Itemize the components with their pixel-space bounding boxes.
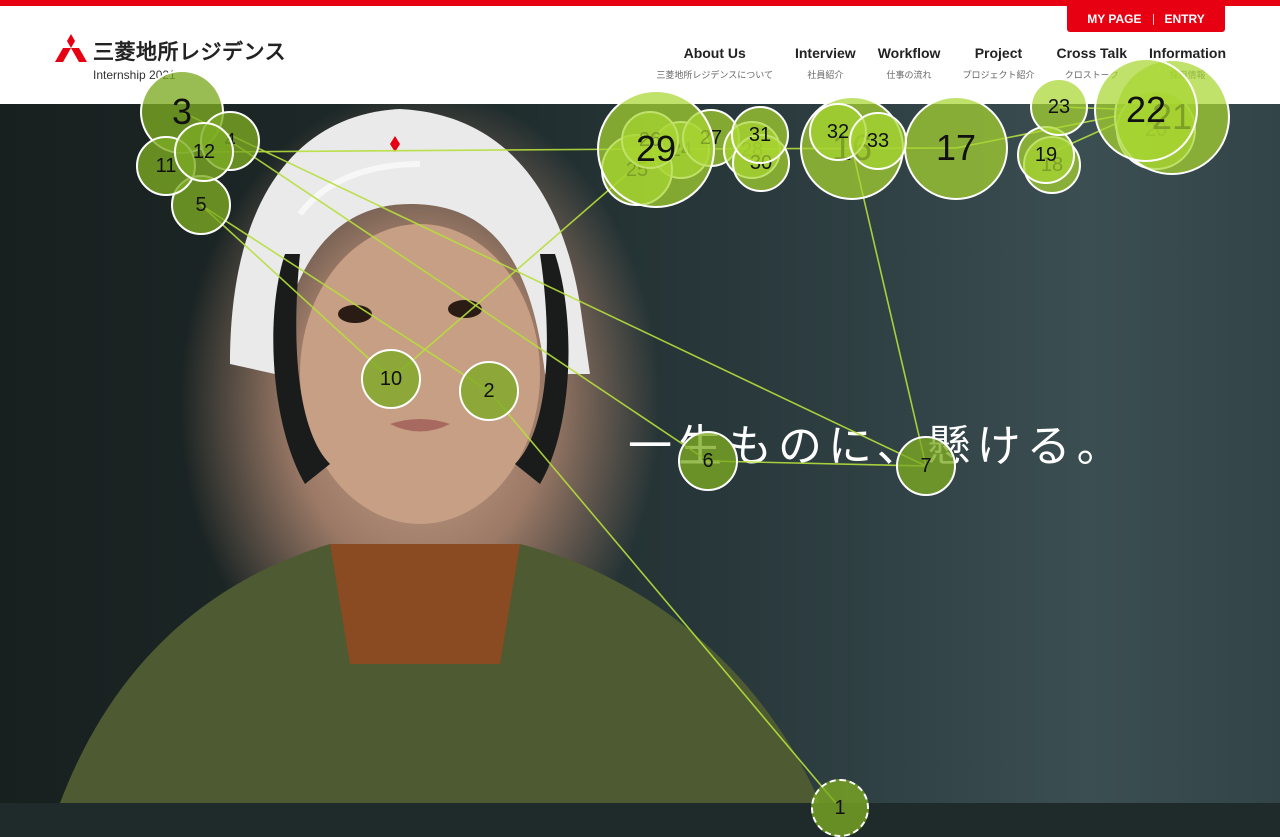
nav-sublabel: クロストーク — [1064, 71, 1119, 81]
mypage-link[interactable]: MY PAGE — [1076, 12, 1152, 26]
divider — [1152, 13, 1154, 25]
nav-item-cross-talk[interactable]: Cross Talk クロストーク — [1056, 45, 1127, 81]
site-header: 三菱地所レジデンス Internship 2021 MY PAGE ENTRY … — [0, 6, 1280, 104]
nav-item-about-us[interactable]: About Us 三菱地所レジデンスについて — [656, 45, 773, 81]
nav-item-information[interactable]: Information 採用情報 — [1149, 45, 1226, 81]
global-nav: About Us 三菱地所レジデンスについて Interview 社員紹介 Wo… — [634, 45, 1226, 81]
nav-label: Information — [1149, 45, 1226, 61]
nav-sublabel: プロジェクト紹介 — [962, 71, 1035, 81]
nav-item-interview[interactable]: Interview 社員紹介 — [795, 45, 856, 81]
nav-label: About Us — [683, 45, 746, 61]
entry-link[interactable]: ENTRY — [1154, 12, 1216, 26]
nav-sublabel: 採用情報 — [1169, 71, 1206, 81]
nav-item-project[interactable]: Project プロジェクト紹介 — [962, 45, 1034, 81]
hero-section: 一生ものに、懸ける。 — [0, 104, 1280, 803]
nav-sublabel: 社員紹介 — [807, 71, 844, 81]
nav-sublabel: 三菱地所レジデンスについて — [656, 71, 773, 81]
nav-sublabel: 仕事の流れ — [886, 71, 932, 81]
brand-subtitle: Internship 2021 — [93, 68, 176, 82]
brand-name: 三菱地所レジデンス — [93, 40, 287, 64]
three-diamonds-logo-icon — [55, 34, 87, 62]
nav-label: Workflow — [877, 45, 941, 61]
nav-label: Interview — [794, 45, 856, 61]
nav-label: Project — [974, 45, 1023, 61]
nav-label: Cross Talk — [1056, 45, 1127, 61]
top-buttons: MY PAGE ENTRY — [1067, 6, 1225, 32]
hero-catchphrase: 一生ものに、懸ける。 — [628, 421, 1127, 472]
nav-item-workflow[interactable]: Workflow 仕事の流れ — [878, 45, 941, 81]
